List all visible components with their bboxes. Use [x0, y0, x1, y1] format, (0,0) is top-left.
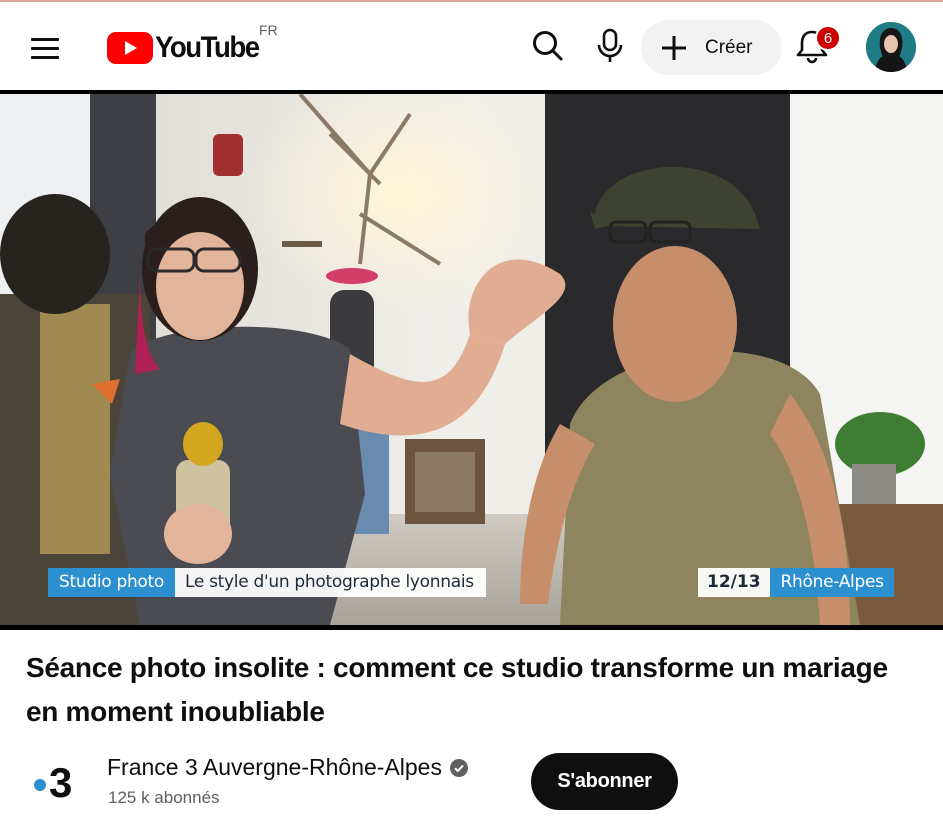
channel-logo-text: 3	[49, 759, 72, 806]
overlay-category-tag: Studio photo	[48, 568, 175, 597]
video-frame[interactable]: Studio photo Le style d'un photographe l…	[0, 94, 943, 625]
search-button[interactable]	[526, 24, 570, 68]
search-icon	[533, 31, 563, 61]
voice-search-button[interactable]	[588, 24, 632, 68]
masthead: YouTube FR Créer 6	[0, 2, 943, 90]
lower-third-right: 12/13 Rhône-Alpes	[698, 568, 894, 597]
channel-name-link[interactable]: France 3 Auvergne-Rhône-Alpes	[107, 754, 468, 781]
menu-icon-bar	[31, 38, 59, 41]
menu-button[interactable]	[22, 28, 66, 68]
youtube-logo[interactable]: YouTube	[107, 28, 268, 68]
channel-avatar[interactable]: 3	[28, 756, 84, 806]
country-code: FR	[259, 22, 278, 38]
overlay-time: 12/13	[698, 568, 770, 597]
account-avatar[interactable]	[866, 22, 916, 72]
microphone-icon	[597, 28, 623, 62]
subscriber-count: 125 k abonnés	[108, 788, 220, 807]
create-label: Créer	[705, 37, 753, 58]
overlay-caption: Le style d'un photographe lyonnais	[174, 568, 486, 597]
verified-badge-icon	[449, 758, 468, 777]
overlay-region: Rhône-Alpes	[769, 568, 894, 597]
plus-icon	[662, 36, 686, 60]
channel-name: France 3 Auvergne-Rhône-Alpes	[107, 754, 442, 780]
create-button[interactable]: Créer	[641, 20, 782, 75]
notification-count-badge: 6	[815, 25, 841, 51]
youtube-logo-icon	[107, 32, 153, 64]
subscribe-button[interactable]: S'abonner	[531, 753, 678, 810]
menu-icon-bar	[31, 47, 59, 50]
video-title: Séance photo insolite : comment ce studi…	[26, 652, 888, 727]
lower-third-left: Studio photo Le style d'un photographe l…	[48, 568, 486, 597]
video-player[interactable]: Studio photo Le style d'un photographe l…	[0, 90, 943, 630]
video-still-image	[0, 94, 943, 625]
avatar-image	[866, 22, 916, 72]
logo-text: YouTube	[155, 31, 260, 64]
france3-logo-icon: 3	[34, 759, 72, 806]
menu-icon-bar	[31, 56, 59, 59]
